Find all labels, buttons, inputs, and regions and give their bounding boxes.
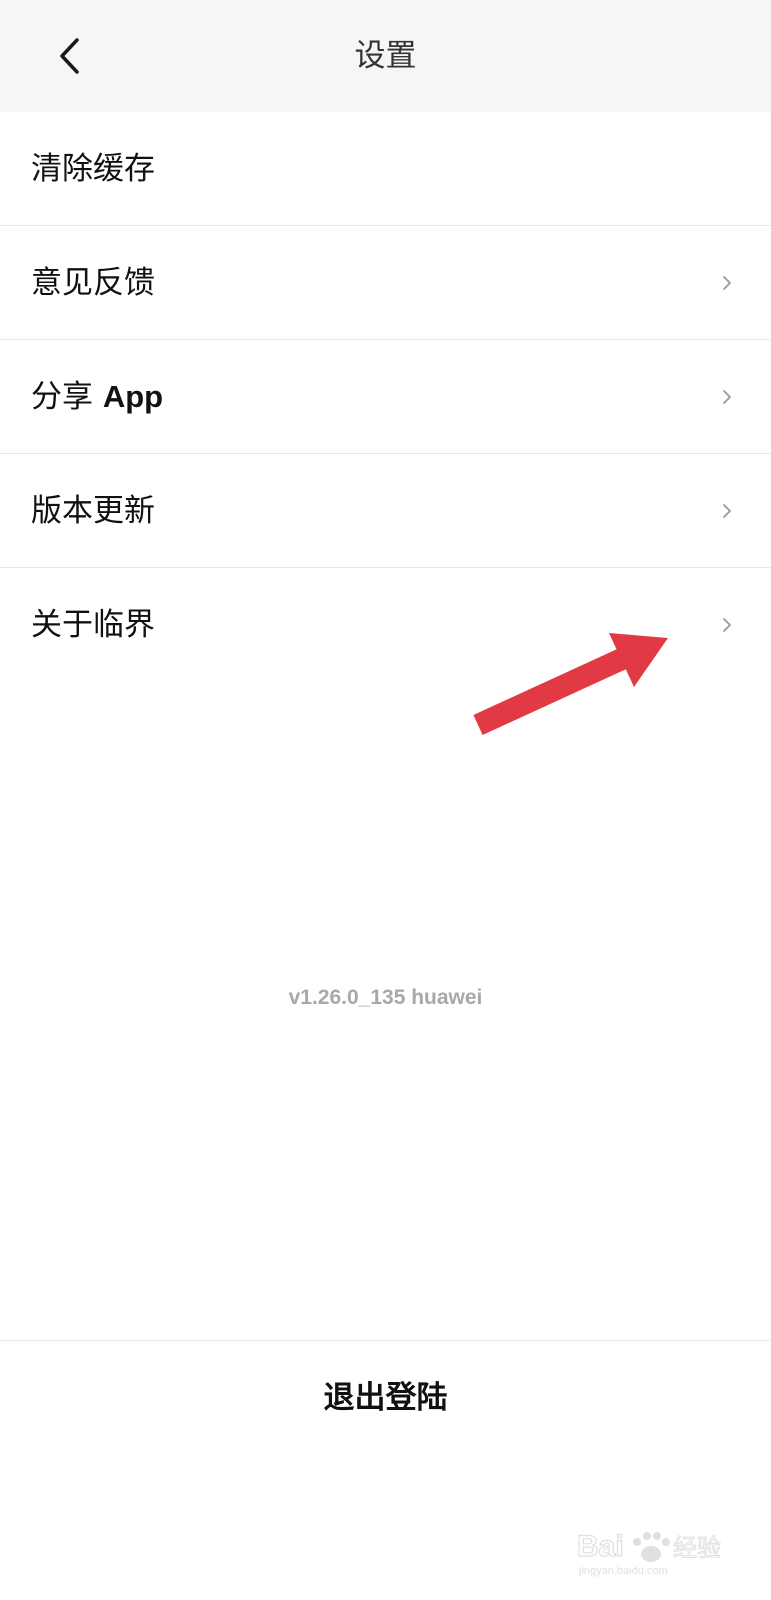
menu-item-about[interactable]: 关于临界 <box>0 568 771 682</box>
menu-item-version-update[interactable]: 版本更新 <box>0 454 771 568</box>
chevron-right-icon <box>723 504 731 518</box>
menu-item-label: 意见反馈 <box>31 265 155 301</box>
chevron-right-icon <box>723 390 731 404</box>
menu-item-label: 清除缓存 <box>31 151 155 187</box>
svg-text:jingyan.baidu.com: jingyan.baidu.com <box>578 1565 668 1577</box>
chevron-right-icon <box>723 618 731 632</box>
version-label: v1.26.0_135 huawei <box>288 986 483 1009</box>
settings-list: 清除缓存 意见反馈 分享 App 版本更新 关于临界 <box>0 112 771 682</box>
chevron-left-icon <box>60 38 79 74</box>
menu-item-label: 分享 App <box>31 379 164 415</box>
page-title: 设置 <box>354 38 417 74</box>
menu-item-label: 关于临界 <box>31 607 155 643</box>
back-button[interactable] <box>40 28 100 84</box>
menu-item-clear-cache[interactable]: 清除缓存 <box>0 112 771 226</box>
svg-text:Bai: Bai <box>577 1530 624 1563</box>
menu-item-feedback[interactable]: 意见反馈 <box>0 226 771 340</box>
svg-text:经验: 经验 <box>673 1534 721 1562</box>
top-bar: 设置 <box>0 0 771 112</box>
menu-item-label: 版本更新 <box>31 493 155 529</box>
menu-item-share-app[interactable]: 分享 App <box>0 340 771 454</box>
baidu-jingyan-watermark-logo: Bai 经验 jingyan.baidu.com <box>576 1529 721 1577</box>
chevron-right-icon <box>723 276 731 290</box>
logout-button[interactable]: 退出登陆 <box>0 1341 771 1455</box>
